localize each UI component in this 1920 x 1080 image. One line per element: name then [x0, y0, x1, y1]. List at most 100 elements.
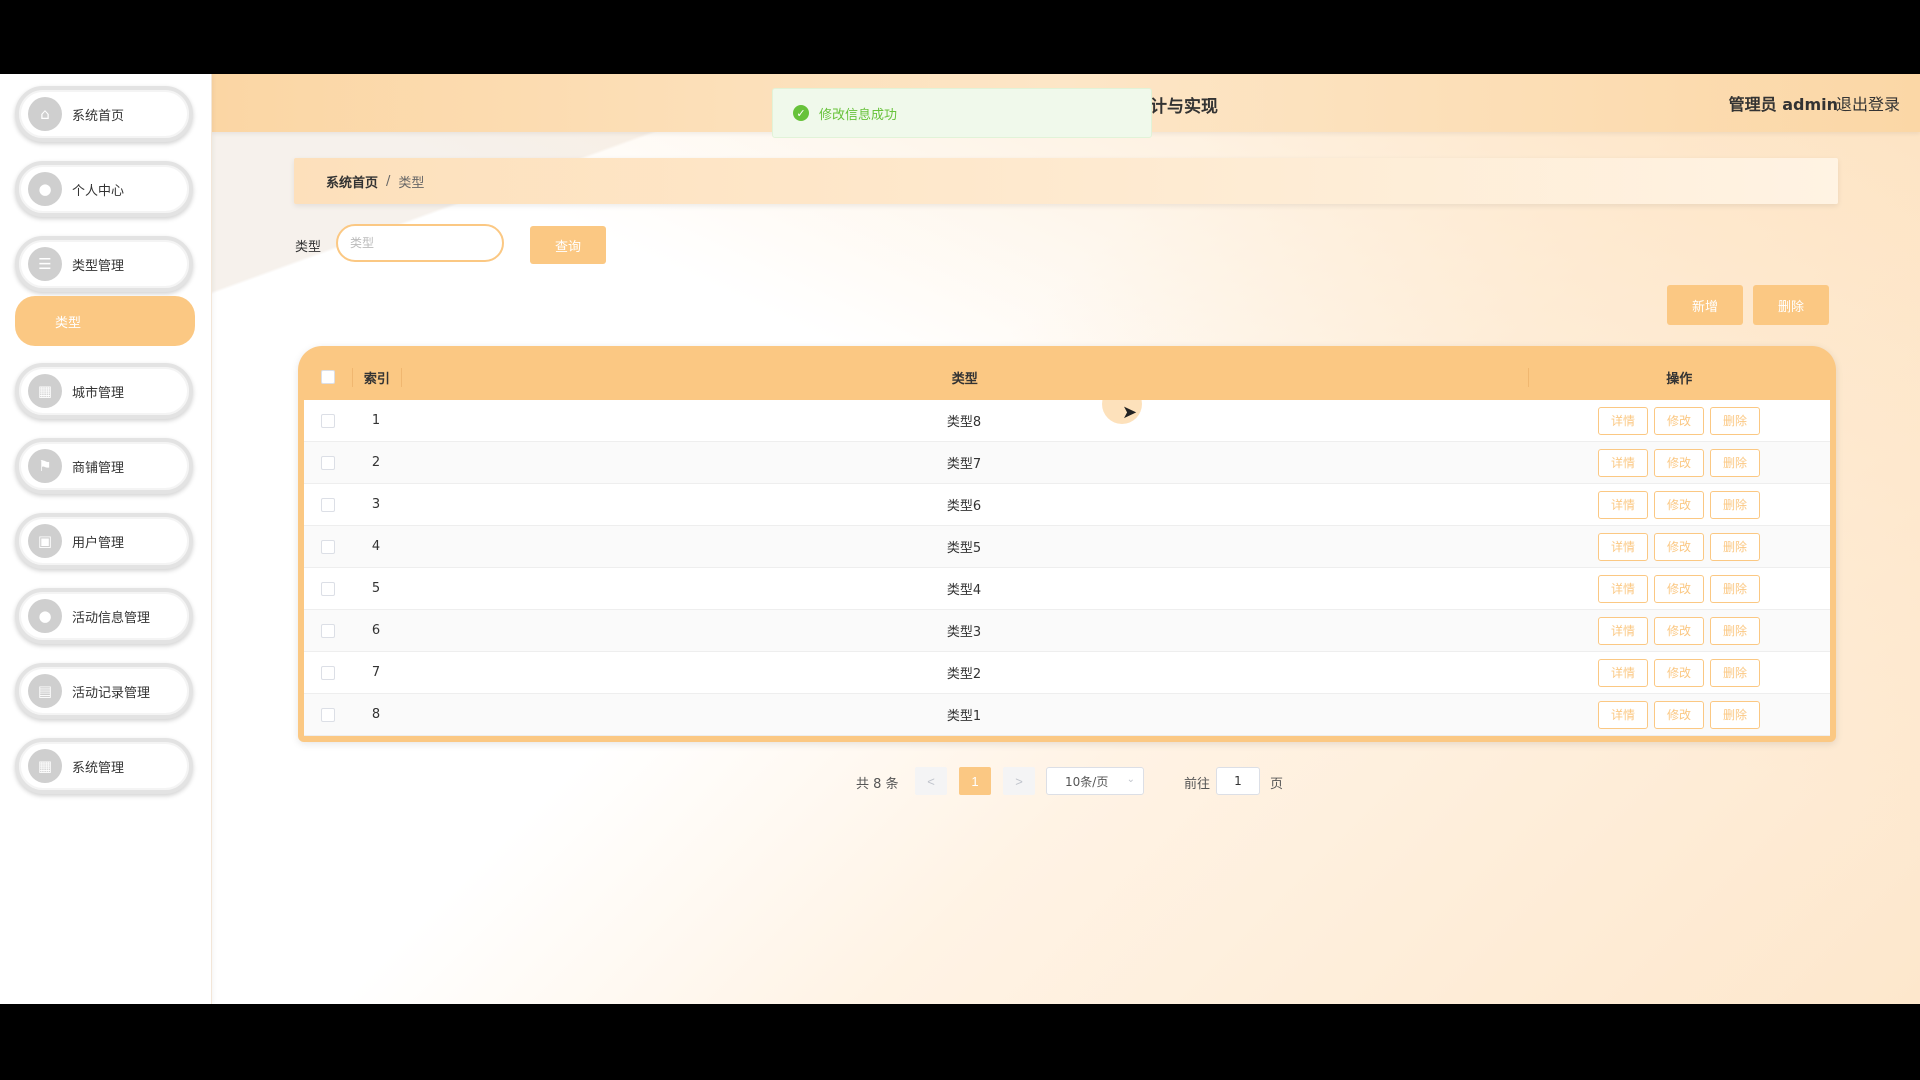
chevron-down-icon: ⌄ [1126, 774, 1135, 785]
edit-button[interactable]: 修改 [1654, 406, 1704, 435]
cell-type: 类型1 [946, 709, 982, 724]
logout-link[interactable]: 退出登录 [1836, 91, 1900, 115]
flag-icon: ⚑ [28, 449, 62, 483]
detail-button[interactable]: 详情 [1598, 532, 1648, 561]
page-size-select[interactable]: 10条/页 ⌄ [1046, 767, 1144, 795]
delete-button[interactable]: 删除 [1710, 490, 1760, 519]
sidebar-item-label: 类型管理 [72, 258, 125, 274]
clipboard-icon: ▤ [28, 674, 62, 708]
detail-button[interactable]: 详情 [1598, 490, 1648, 519]
pagination: 共 8 条 < 1 > 10条/页 ⌄ 前往 页 [212, 764, 1920, 798]
table-row: 6 类型3 详情 修改 删除 [304, 610, 1830, 652]
table-row: 1 类型8 详情 修改 删除 [304, 400, 1830, 442]
delete-button[interactable]: 删除 [1710, 532, 1760, 561]
add-button[interactable]: 新增 [1667, 285, 1743, 325]
cell-type: 类型5 [946, 541, 982, 556]
current-user: 管理员 admin [1728, 95, 1838, 114]
detail-button[interactable]: 详情 [1598, 406, 1648, 435]
delete-button[interactable]: 删除 [1710, 658, 1760, 687]
mouse-pointer-icon: ➤ [1122, 402, 1138, 423]
cell-index: 1 [371, 413, 381, 428]
cell-type: 类型6 [946, 499, 982, 514]
search-input[interactable] [336, 224, 504, 262]
data-table: 索引 类型 操作 1 类型8 详情 修改 删除 2 类型7 详情 修改 删除 3 类型6 详情 修改 删除 4… [298, 346, 1836, 742]
delete-button[interactable]: 删除 [1710, 700, 1760, 729]
chat-icon: ▣ [28, 524, 62, 558]
edit-button[interactable]: 修改 [1654, 574, 1704, 603]
sidebar-item-label: 城市管理 [72, 385, 125, 401]
search-label: 类型 [295, 240, 322, 255]
cell-index: 6 [371, 623, 381, 638]
row-checkbox[interactable] [321, 581, 335, 596]
table-row: 4 类型5 详情 修改 删除 [304, 526, 1830, 568]
edit-button[interactable]: 修改 [1654, 700, 1704, 729]
edit-button[interactable]: 修改 [1654, 490, 1704, 519]
home-icon: ⌂ [28, 97, 62, 131]
delete-button[interactable]: 删除 [1710, 448, 1760, 477]
page-unit-label: 页 [1270, 777, 1284, 792]
pagination-total: 共 8 条 [856, 777, 899, 792]
detail-button[interactable]: 详情 [1598, 658, 1648, 687]
edit-button[interactable]: 修改 [1654, 616, 1704, 645]
edit-button[interactable]: 修改 [1654, 658, 1704, 687]
sidebar-item-label: 个人中心 [72, 183, 125, 199]
breadcrumb: 系统首页 / 类型 [294, 158, 1838, 204]
sidebar-subitem-label: 类型 [55, 315, 82, 331]
header-type: 类型 [400, 367, 1528, 387]
row-checkbox[interactable] [321, 413, 335, 428]
row-checkbox[interactable] [321, 497, 335, 512]
sidebar: ⌂ 系统首页 ● 个人中心 ☰ 类型管理 类型 ▦ 城市管理 ⚑ 商铺管理 ▣ … [0, 74, 212, 1004]
sidebar-subitem-type[interactable]: 类型 [15, 296, 195, 346]
detail-button[interactable]: 详情 [1598, 700, 1648, 729]
book-icon: ▦ [28, 374, 62, 408]
row-checkbox[interactable] [321, 455, 335, 470]
delete-button[interactable]: 删除 [1710, 616, 1760, 645]
cell-type: 类型8 [946, 415, 982, 430]
sidebar-item-city-management[interactable]: ▦ 城市管理 [15, 363, 193, 419]
detail-button[interactable]: 详情 [1598, 616, 1648, 645]
delete-button[interactable]: 删除 [1710, 574, 1760, 603]
table-header: 索引 类型 操作 [304, 354, 1830, 400]
current-page-button[interactable]: 1 [959, 767, 991, 795]
cell-type: 类型4 [946, 583, 982, 598]
user-icon: ● [28, 172, 62, 206]
sidebar-item-activity-record-management[interactable]: ▤ 活动记录管理 [15, 663, 193, 719]
table-body: 1 类型8 详情 修改 删除 2 类型7 详情 修改 删除 3 类型6 详情 修改 删除 4 类型5 详情 修改 删除… [304, 400, 1830, 736]
sidebar-item-home[interactable]: ⌂ 系统首页 [15, 86, 193, 142]
app-window: ⌂ 系统首页 ● 个人中心 ☰ 类型管理 类型 ▦ 城市管理 ⚑ 商铺管理 ▣ … [0, 74, 1920, 1004]
row-checkbox[interactable] [321, 707, 335, 722]
row-checkbox[interactable] [321, 665, 335, 680]
sidebar-item-activity-info-management[interactable]: ● 活动信息管理 [15, 588, 193, 644]
edit-button[interactable]: 修改 [1654, 532, 1704, 561]
detail-button[interactable]: 详情 [1598, 448, 1648, 477]
goto-page-input[interactable] [1216, 767, 1260, 795]
sidebar-item-type-management[interactable]: ☰ 类型管理 [15, 236, 193, 292]
page-title: 计与实现 [1150, 97, 1218, 117]
query-button[interactable]: 查询 [530, 226, 606, 264]
header-ops: 操作 [1527, 367, 1830, 387]
sidebar-item-shop-management[interactable]: ⚑ 商铺管理 [15, 438, 193, 494]
prev-page-button[interactable]: < [915, 767, 947, 795]
edit-button[interactable]: 修改 [1654, 448, 1704, 477]
sidebar-item-label: 系统管理 [72, 760, 125, 776]
detail-button[interactable]: 详情 [1598, 574, 1648, 603]
breadcrumb-home[interactable]: 系统首页 [326, 172, 378, 191]
sidebar-item-system-management[interactable]: ▦ 系统管理 [15, 738, 193, 794]
cell-index: 8 [371, 707, 381, 722]
cell-type: 类型2 [946, 667, 982, 682]
sidebar-item-user-management[interactable]: ▣ 用户管理 [15, 513, 193, 569]
next-page-button[interactable]: > [1003, 767, 1035, 795]
batch-delete-button[interactable]: 删除 [1753, 285, 1829, 325]
sidebar-item-label: 活动信息管理 [72, 610, 151, 626]
row-checkbox[interactable] [321, 623, 335, 638]
row-checkbox[interactable] [321, 539, 335, 554]
header-index: 索引 [351, 367, 401, 387]
table-row: 2 类型7 详情 修改 删除 [304, 442, 1830, 484]
cell-type: 类型3 [946, 625, 982, 640]
main-content: 计与实现 管理员 admin 退出登录 ✓ 修改信息成功 系统首页 / 类型 类… [212, 74, 1920, 1004]
cell-index: 7 [371, 665, 381, 680]
sidebar-item-profile[interactable]: ● 个人中心 [15, 161, 193, 217]
select-all-checkbox[interactable] [320, 370, 335, 384]
breadcrumb-current: 类型 [398, 175, 425, 191]
delete-button[interactable]: 删除 [1710, 406, 1760, 435]
